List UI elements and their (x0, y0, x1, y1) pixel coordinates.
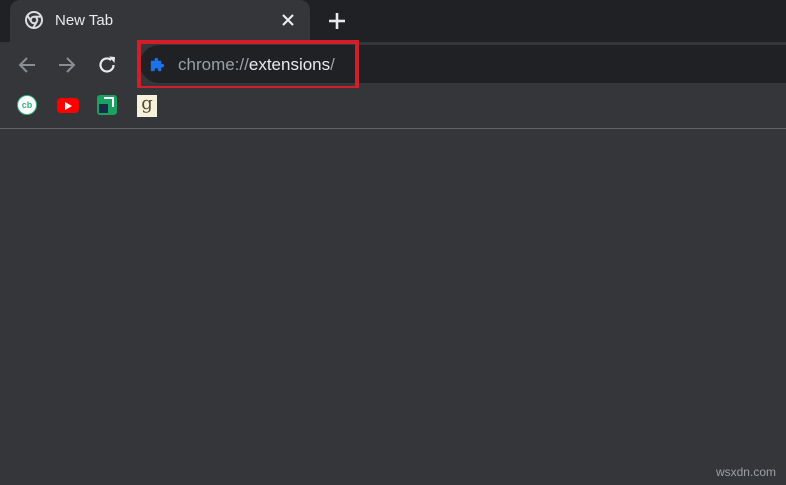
url-scheme: chrome:// (178, 55, 249, 74)
watermark: wsxdn.com (715, 465, 776, 479)
bookmarks-bar: cb g (0, 88, 786, 128)
back-arrow-icon[interactable] (16, 54, 38, 76)
address-bar[interactable]: chrome://extensions/ (140, 45, 786, 83)
page-content (0, 129, 786, 485)
tab-title: New Tab (55, 12, 114, 29)
tab-new-tab[interactable]: New Tab (10, 0, 310, 42)
bookmark-extension[interactable] (97, 95, 119, 117)
url-text: chrome://extensions/ (178, 55, 335, 75)
bookmark-cb[interactable]: cb (17, 95, 39, 117)
reload-icon[interactable] (96, 54, 118, 76)
cb-icon: cb (17, 95, 37, 115)
chrome-icon (25, 11, 43, 29)
bookmark-g[interactable]: g (137, 95, 159, 117)
url-trailing: / (330, 55, 335, 74)
bookmark-youtube[interactable] (57, 95, 79, 117)
plus-icon[interactable] (326, 10, 348, 32)
youtube-icon (57, 98, 79, 113)
toolbar: chrome://extensions/ (0, 42, 786, 88)
green-extension-icon (97, 95, 117, 115)
url-host: extensions (248, 55, 331, 74)
g-icon: g (137, 95, 157, 117)
tab-strip: New Tab (0, 0, 786, 42)
forward-arrow-icon[interactable] (56, 54, 78, 76)
puzzle-extension-icon (150, 57, 165, 72)
close-icon[interactable] (280, 12, 296, 28)
